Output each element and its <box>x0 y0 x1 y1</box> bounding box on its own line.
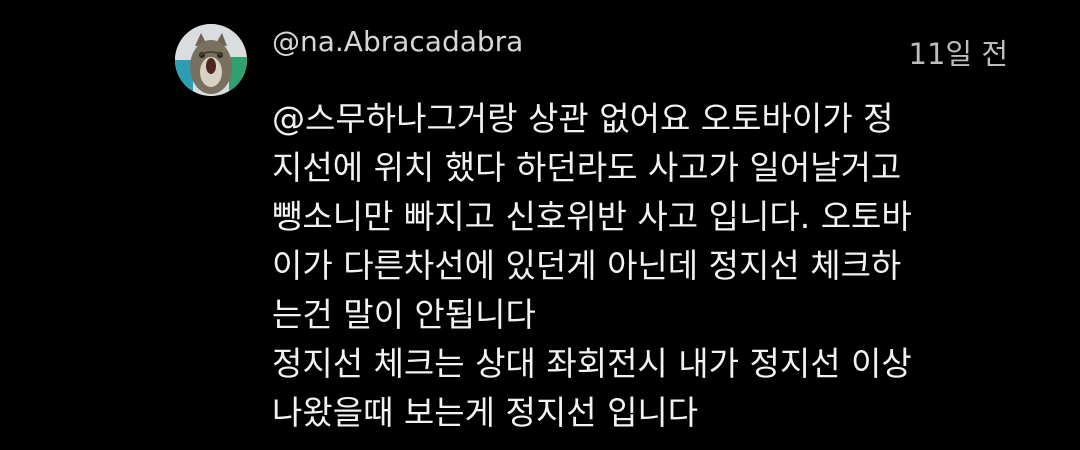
comment-body-line-2: 지선에 위치 했다 하던라도 사고가 일어날거고 <box>272 148 902 187</box>
comment-body-line-1: @스무하나그거랑 상관 없어요 오토바이가 정 <box>272 99 894 138</box>
comment-author[interactable]: @na.Abracadabra <box>272 24 523 60</box>
comment-item: @na.Abracadabra 11일 전 @스무하나그거랑 상관 없어요 오토… <box>0 0 1080 450</box>
comment-body-line-5: 는건 말이 안됩니다 <box>272 295 536 334</box>
comment-body-line-3: 뺑소니만 빠지고 신호위반 사고 입니다. 오토바 <box>272 197 912 236</box>
comment-timestamp: 11일 전 <box>908 37 1008 71</box>
comment-body-line-4: 이가 다른차선에 있던게 아닌데 정지선 체크하 <box>272 246 902 285</box>
comment-body-line-7: 나왔을때 보는게 정지선 입니다 <box>272 393 699 432</box>
cat-avatar-icon[interactable] <box>175 24 247 96</box>
comment-body-line-6: 정지선 체크는 상대 좌회전시 내가 정지선 이상 <box>272 344 912 383</box>
comment-body: @스무하나그거랑 상관 없어요 오토바이가 정 지선에 위치 했다 하던라도 사… <box>272 94 1032 437</box>
